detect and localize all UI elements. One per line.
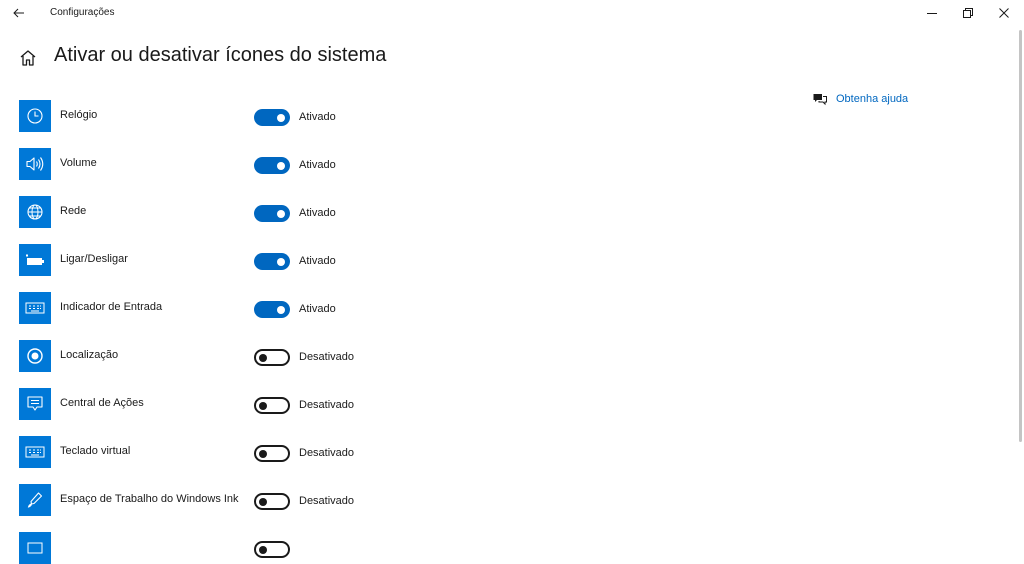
- list-item-touch-keyboard: Teclado virtual Desativado: [19, 436, 419, 468]
- action-center-tile: [19, 388, 51, 420]
- list-item-windows-ink: Espaço de Trabalho do Windows Ink Desati…: [19, 484, 419, 516]
- toggle-state: Desativado: [299, 447, 355, 459]
- toggle-knob: [277, 305, 285, 314]
- item-label: Rede: [60, 205, 87, 217]
- list-item-touchpad: [19, 532, 419, 564]
- toggle-knob: [277, 113, 285, 122]
- windows-ink-tile: [19, 484, 51, 516]
- list-item-volume: Volume Ativado: [19, 148, 419, 180]
- list-item-location: Localização Desativado: [19, 340, 419, 372]
- toggle-knob: [277, 161, 285, 170]
- back-button[interactable]: [8, 3, 30, 23]
- power-tile: [19, 244, 51, 276]
- pen-ink-icon: [27, 492, 43, 508]
- get-help-label: Obtenha ajuda: [836, 93, 909, 105]
- toggle-state: Ativado: [299, 255, 336, 267]
- clock-toggle[interactable]: [254, 109, 290, 126]
- toggle-state: Ativado: [299, 207, 336, 219]
- keyboard-icon: [25, 302, 45, 314]
- help-chat-icon: [813, 94, 827, 106]
- toggle-knob: [259, 497, 267, 506]
- list-item-power: Ligar/Desligar Ativado: [19, 244, 419, 276]
- get-help-link[interactable]: Obtenha ajuda: [812, 92, 908, 106]
- volume-toggle[interactable]: [254, 157, 290, 174]
- toggle-state: Ativado: [299, 303, 336, 315]
- toggle-state: Ativado: [299, 111, 336, 123]
- power-toggle[interactable]: [254, 253, 290, 270]
- touchpad-toggle[interactable]: [254, 541, 290, 558]
- volume-tile: [19, 148, 51, 180]
- vertical-scrollbar[interactable]: [1019, 30, 1022, 442]
- minimize-icon: [927, 13, 937, 14]
- network-tile: [19, 196, 51, 228]
- list-item-clock: Relógio Ativado: [19, 100, 419, 132]
- clock-tile: [19, 100, 51, 132]
- location-tile: [19, 340, 51, 372]
- item-label: Localização: [60, 349, 119, 361]
- toggle-state: Ativado: [299, 159, 336, 171]
- minimize-button[interactable]: [916, 2, 948, 24]
- network-toggle[interactable]: [254, 205, 290, 222]
- action-center-icon: [27, 396, 43, 411]
- battery-icon: [26, 254, 44, 265]
- item-label: Indicador de Entrada: [60, 301, 163, 313]
- toggle-state: Desativado: [299, 399, 355, 411]
- input-indicator-toggle[interactable]: [254, 301, 290, 318]
- item-label: Volume: [60, 157, 97, 169]
- toggle-knob: [259, 401, 267, 410]
- restore-icon: [963, 8, 973, 18]
- close-button[interactable]: [988, 2, 1020, 24]
- restore-button[interactable]: [952, 2, 984, 24]
- clock-icon: [27, 108, 43, 124]
- toggle-knob: [277, 209, 285, 218]
- windows-ink-toggle[interactable]: [254, 493, 290, 510]
- touchpad-icon: [27, 542, 43, 554]
- close-icon: [999, 8, 1009, 18]
- title-bar: Configurações: [0, 0, 1024, 28]
- back-arrow-icon: [13, 8, 24, 18]
- item-label: Teclado virtual: [60, 445, 131, 457]
- app-title: Configurações: [50, 7, 115, 18]
- item-label: Espaço de Trabalho do Windows Ink: [60, 493, 239, 505]
- network-globe-icon: [27, 204, 43, 220]
- touch-keyboard-tile: [19, 436, 51, 468]
- list-item-action-center: Central de Ações Desativado: [19, 388, 419, 420]
- toggle-knob: [259, 353, 267, 362]
- touch-keyboard-toggle[interactable]: [254, 445, 290, 462]
- toggle-knob: [259, 545, 267, 554]
- input-indicator-tile: [19, 292, 51, 324]
- action-center-toggle[interactable]: [254, 397, 290, 414]
- toggle-state: Desativado: [299, 351, 355, 363]
- home-icon[interactable]: [18, 48, 38, 68]
- item-label: Ligar/Desligar: [60, 253, 128, 265]
- item-label: Relógio: [60, 109, 98, 121]
- toggle-state: Desativado: [299, 495, 355, 507]
- touchpad-tile: [19, 532, 51, 564]
- touch-keyboard-icon: [25, 446, 45, 458]
- list-item-input-indicator: Indicador de Entrada Ativado: [19, 292, 419, 324]
- location-icon: [27, 348, 43, 364]
- toggle-knob: [259, 449, 267, 458]
- toggle-knob: [277, 257, 285, 266]
- volume-icon: [26, 157, 44, 171]
- location-toggle[interactable]: [254, 349, 290, 366]
- list-item-network: Rede Ativado: [19, 196, 419, 228]
- item-label: Central de Ações: [60, 397, 144, 409]
- page-title: Ativar ou desativar ícones do sistema: [54, 44, 387, 66]
